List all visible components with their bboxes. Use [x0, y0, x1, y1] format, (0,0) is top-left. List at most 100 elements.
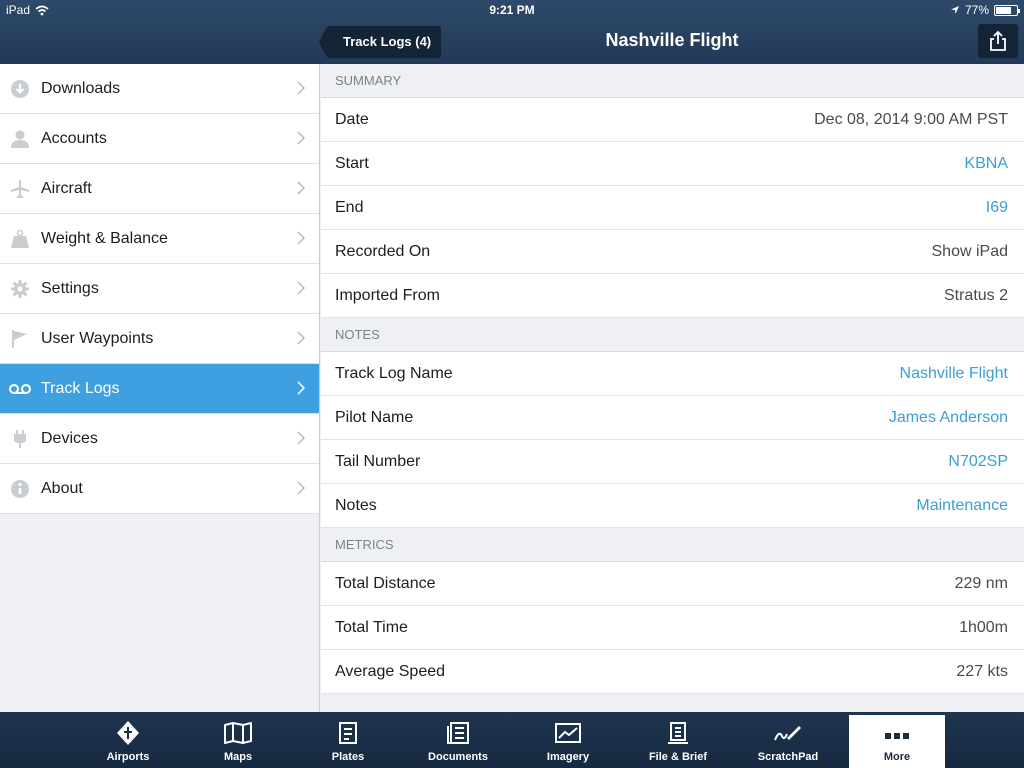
row-imported-from: Imported From Stratus 2: [321, 274, 1024, 318]
voicemail-icon: [9, 379, 31, 399]
tab-label: Imagery: [546, 751, 590, 763]
tab-more[interactable]: More: [849, 715, 945, 768]
chevron-right-icon: [297, 131, 305, 145]
sidebar-item-label: Track Logs: [41, 379, 120, 397]
navigation-bar: iPad 9:21 PM 77% Track Logs (4) Nashvill…: [0, 0, 1024, 64]
tab-maps[interactable]: Maps: [190, 712, 286, 768]
person-icon: [9, 129, 31, 149]
tab-airports[interactable]: Airports: [80, 712, 176, 768]
row-value-link[interactable]: Maintenance: [916, 497, 1008, 515]
sidebar-item-label: Aircraft: [41, 179, 92, 197]
section-header-notes: NOTES: [321, 318, 1024, 352]
row-end[interactable]: End I69: [321, 186, 1024, 230]
row-label: Imported From: [335, 286, 440, 304]
section-header-summary: SUMMARY: [321, 64, 1024, 98]
plane-icon: [9, 179, 31, 199]
sidebar-item-label: Weight & Balance: [41, 229, 168, 247]
status-time: 9:21 PM: [489, 3, 535, 17]
plug-icon: [9, 429, 31, 449]
chevron-right-icon: [297, 331, 305, 345]
tab-imagery[interactable]: Imagery: [520, 712, 616, 768]
sidebar-item-label: About: [41, 479, 83, 497]
sidebar-item-label: Devices: [41, 429, 98, 447]
tab-label: More: [883, 751, 911, 763]
chevron-right-icon: [297, 181, 305, 195]
row-start[interactable]: Start KBNA: [321, 142, 1024, 186]
tab-label: ScratchPad: [757, 751, 819, 763]
tab-scratchpad[interactable]: ScratchPad: [740, 712, 836, 768]
sidebar-item-about[interactable]: About: [0, 464, 319, 514]
page-title: Nashville Flight: [605, 30, 739, 50]
row-value-link[interactable]: KBNA: [964, 155, 1008, 173]
tab-label: Documents: [428, 751, 488, 763]
chevron-right-icon: [297, 481, 305, 495]
row-label: Total Time: [335, 618, 408, 636]
row-value-link[interactable]: I69: [986, 199, 1008, 217]
tab-file-brief[interactable]: File & Brief: [630, 712, 726, 768]
sidebar-item-track-logs[interactable]: Track Logs: [0, 364, 319, 414]
row-label: Average Speed: [335, 662, 446, 680]
battery-icon: [994, 4, 1020, 16]
tab-label: Maps: [223, 751, 253, 763]
row-tail-number[interactable]: Tail Number N702SP: [321, 440, 1024, 484]
sidebar-item-label: Downloads: [41, 79, 121, 97]
battery-percent: 77%: [964, 3, 989, 17]
share-button[interactable]: [978, 24, 1018, 58]
row-label: Start: [335, 154, 369, 172]
row-pilot-name[interactable]: Pilot Name James Anderson: [321, 396, 1024, 440]
status-right: 77%: [950, 3, 1020, 17]
sidebar-item-user-waypoints[interactable]: User Waypoints: [0, 314, 319, 364]
row-total-distance: Total Distance 229 nm: [321, 562, 1024, 606]
chevron-right-icon: [297, 281, 305, 295]
row-total-time: Total Time 1h00m: [321, 606, 1024, 650]
sidebar-item-label: User Waypoints: [41, 329, 154, 347]
sidebar: Downloads Accounts Aircraft Weight & Bal…: [0, 64, 320, 712]
tab-label: Plates: [331, 751, 365, 763]
plates-icon: [300, 720, 396, 746]
sidebar-item-label: Settings: [41, 279, 99, 297]
documents-icon: [410, 720, 506, 746]
sidebar-item-settings[interactable]: Settings: [0, 264, 319, 314]
tab-label: Airports: [106, 751, 150, 763]
more-icon: [849, 723, 945, 749]
row-recorded-on: Recorded On Show iPad: [321, 230, 1024, 274]
battery-level: [996, 6, 1011, 14]
row-label: End: [335, 198, 364, 216]
flag-icon: [9, 329, 31, 349]
track-log-detail: SUMMARY Date Dec 08, 2014 9:00 AM PST St…: [321, 64, 1024, 712]
file-brief-icon: [630, 720, 726, 746]
sidebar-item-devices[interactable]: Devices: [0, 414, 319, 464]
row-date: Date Dec 08, 2014 9:00 AM PST: [321, 98, 1024, 142]
chevron-right-icon: [297, 431, 305, 445]
row-value-link[interactable]: Nashville Flight: [900, 365, 1008, 383]
map-icon: [190, 720, 286, 746]
tab-documents[interactable]: Documents: [410, 712, 506, 768]
gear-icon: [9, 279, 31, 299]
download-icon: [9, 79, 31, 99]
sidebar-item-accounts[interactable]: Accounts: [0, 114, 319, 164]
row-value: 227 kts: [956, 662, 1008, 680]
chevron-right-icon: [297, 231, 305, 245]
status-bar: iPad 9:21 PM 77%: [0, 0, 1024, 20]
sidebar-item-weight-balance[interactable]: Weight & Balance: [0, 214, 319, 264]
sidebar-item-aircraft[interactable]: Aircraft: [0, 164, 319, 214]
row-track-log-name[interactable]: Track Log Name Nashville Flight: [321, 352, 1024, 396]
row-label: Notes: [335, 496, 377, 514]
row-notes[interactable]: Notes Maintenance: [321, 484, 1024, 528]
row-label: Track Log Name: [335, 364, 453, 382]
sidebar-item-downloads[interactable]: Downloads: [0, 64, 319, 114]
location-arrow-icon: [950, 6, 959, 14]
tab-label: File & Brief: [648, 751, 708, 763]
section-header-metrics: METRICS: [321, 528, 1024, 562]
row-value: Stratus 2: [943, 286, 1008, 304]
tab-bar: Airports Maps Plates Documents Imagery F…: [0, 712, 1024, 768]
row-value-link[interactable]: N702SP: [948, 453, 1008, 471]
airports-icon: [80, 720, 176, 746]
weight-icon: [9, 229, 31, 249]
chevron-right-icon: [297, 81, 305, 95]
tab-plates[interactable]: Plates: [300, 712, 396, 768]
row-label: Date: [335, 110, 369, 128]
row-value-link[interactable]: James Anderson: [889, 409, 1008, 427]
row-label: Total Distance: [335, 574, 436, 592]
share-icon: [990, 30, 1006, 51]
